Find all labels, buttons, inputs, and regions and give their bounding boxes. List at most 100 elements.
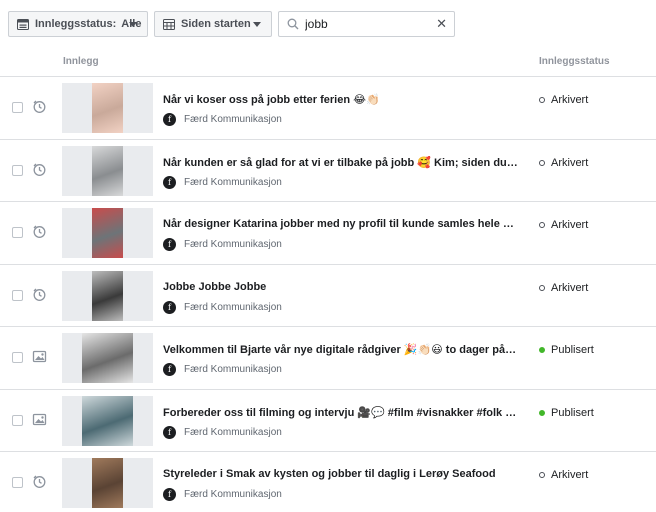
calendar-list-icon (17, 18, 29, 30)
page-name: Færd Kommunikasjon (184, 301, 282, 313)
status-label: Arkivert (551, 94, 589, 106)
thumbnail-image (92, 145, 123, 196)
row-checkbox[interactable] (12, 352, 23, 363)
page-name: Færd Kommunikasjon (184, 489, 282, 500)
row-checkbox[interactable] (12, 414, 23, 426)
chevron-down-icon (129, 22, 137, 27)
thumbnail-image (92, 270, 123, 321)
table-row[interactable]: Styreleder i Smak av kysten og jobber ti… (0, 452, 656, 512)
post-title[interactable]: Velkommen til Bjarte vår nye digitale rå… (163, 343, 519, 356)
table-row[interactable]: Når kunden er så glad for at vi er tilba… (0, 140, 656, 202)
posts-list: Når vi koser oss på jobb etter ferien 😂👏… (0, 77, 656, 512)
status-label: Publisert (551, 406, 594, 419)
post-thumbnail[interactable] (62, 83, 153, 133)
row-checkbox[interactable] (12, 477, 23, 488)
post-title[interactable]: Forbereder oss til filming og intervju 🎥… (163, 406, 519, 419)
post-status-filter-label: Innleggsstatus: (35, 18, 117, 30)
status-dot-icon (539, 97, 545, 103)
status-badge: Publisert (539, 407, 594, 419)
post-title[interactable]: Styreleder i Smak av kysten og jobber ti… (163, 468, 519, 480)
row-checkbox[interactable] (12, 289, 23, 301)
page-info: f Færd Kommunikasjon (163, 300, 282, 314)
thumbnail-image (92, 208, 123, 258)
thumbnail-image (82, 333, 133, 383)
table-row[interactable]: Jobbe Jobbe Jobbe f Færd Kommunikasjon Arki… (0, 265, 656, 327)
search-input[interactable] (305, 15, 435, 33)
status-label: Arkivert (551, 469, 589, 481)
post-title[interactable]: Jobbe Jobbe Jobbe (163, 281, 519, 293)
status-label: Arkivert (551, 219, 589, 231)
post-title[interactable]: Når designer Katarina jobber med ny prof… (163, 218, 519, 230)
row-checkbox[interactable] (12, 164, 23, 176)
status-dot-icon (539, 347, 545, 353)
post-thumbnail[interactable] (62, 270, 153, 321)
photo-icon (32, 350, 47, 363)
post-title[interactable]: Når vi koser oss på jobb etter ferien 😂👏… (163, 93, 519, 106)
clear-search-icon[interactable]: ✕ (436, 17, 447, 31)
post-thumbnail[interactable] (62, 208, 153, 258)
table-row[interactable]: Når vi koser oss på jobb etter ferien 😂👏… (0, 77, 656, 140)
post-thumbnail[interactable] (62, 333, 153, 383)
page-avatar: f (163, 175, 176, 189)
status-label: Publisert (551, 344, 594, 356)
clock-icon (33, 163, 46, 176)
status-badge: Arkivert (539, 94, 588, 106)
post-thumbnail[interactable] (62, 395, 153, 446)
page-info: f Færd Kommunikasjon (163, 238, 282, 251)
status-label: Arkivert (551, 156, 589, 169)
toolbar: Innleggsstatus: Alle Siden starten ✕ (0, 0, 656, 46)
date-range-filter-label: Siden starten (181, 18, 251, 30)
status-dot-icon (539, 222, 545, 228)
search-box: ✕ (278, 11, 455, 37)
date-range-filter-button[interactable]: Siden starten (154, 11, 272, 37)
column-header-post: Innlegg (63, 56, 99, 67)
page-info: f Færd Kommunikasjon (163, 425, 282, 439)
clock-icon (33, 288, 46, 301)
status-badge: Arkivert (539, 157, 588, 169)
status-badge: Arkivert (539, 219, 588, 231)
page-avatar: f (163, 113, 176, 126)
search-icon (287, 18, 299, 30)
row-checkbox[interactable] (12, 227, 23, 238)
status-label: Arkivert (551, 281, 589, 294)
status-dot-icon (539, 472, 545, 478)
post-thumbnail[interactable] (62, 145, 153, 196)
status-badge: Publisert (539, 344, 594, 356)
clock-icon (33, 100, 46, 113)
page-info: f Færd Kommunikasjon (163, 488, 282, 501)
table-header: Innlegg Innleggsstatus (0, 47, 656, 77)
post-title[interactable]: Når kunden er så glad for at vi er tilba… (163, 156, 519, 169)
post-thumbnail[interactable] (62, 458, 153, 508)
status-dot-icon (539, 284, 545, 291)
page-avatar: f (163, 488, 176, 501)
thumbnail-image (82, 395, 133, 446)
page-avatar: f (163, 238, 176, 251)
page-name: Færd Kommunikasjon (184, 426, 282, 438)
page-info: f Færd Kommunikasjon (163, 175, 282, 189)
table-row[interactable]: Velkommen til Bjarte vår nye digitale rå… (0, 327, 656, 390)
status-badge: Arkivert (539, 282, 588, 294)
chevron-down-icon (253, 22, 261, 27)
status-dot-icon (539, 159, 545, 166)
page-name: Færd Kommunikasjon (184, 239, 282, 250)
post-status-filter-button[interactable]: Innleggsstatus: Alle (8, 11, 148, 37)
table-row[interactable]: Når designer Katarina jobber med ny prof… (0, 202, 656, 265)
page-avatar: f (163, 363, 176, 376)
page-info: f Færd Kommunikasjon (163, 113, 282, 126)
page-avatar: f (163, 300, 176, 314)
photo-icon (32, 413, 47, 425)
column-header-status: Innleggsstatus (539, 56, 610, 67)
page-name: Færd Kommunikasjon (184, 176, 282, 188)
page-info: f Færd Kommunikasjon (163, 363, 282, 376)
status-dot-icon (539, 409, 545, 416)
row-checkbox[interactable] (12, 102, 23, 113)
page-name: Færd Kommunikasjon (184, 364, 282, 375)
thumbnail-image (92, 83, 123, 133)
clock-icon (33, 225, 46, 238)
page-avatar: f (163, 425, 176, 439)
calendar-icon (163, 18, 175, 30)
status-badge: Arkivert (539, 469, 588, 481)
page-name: Færd Kommunikasjon (184, 114, 282, 125)
table-row[interactable]: Forbereder oss til filming og intervju 🎥… (0, 390, 656, 452)
clock-icon (33, 475, 46, 488)
